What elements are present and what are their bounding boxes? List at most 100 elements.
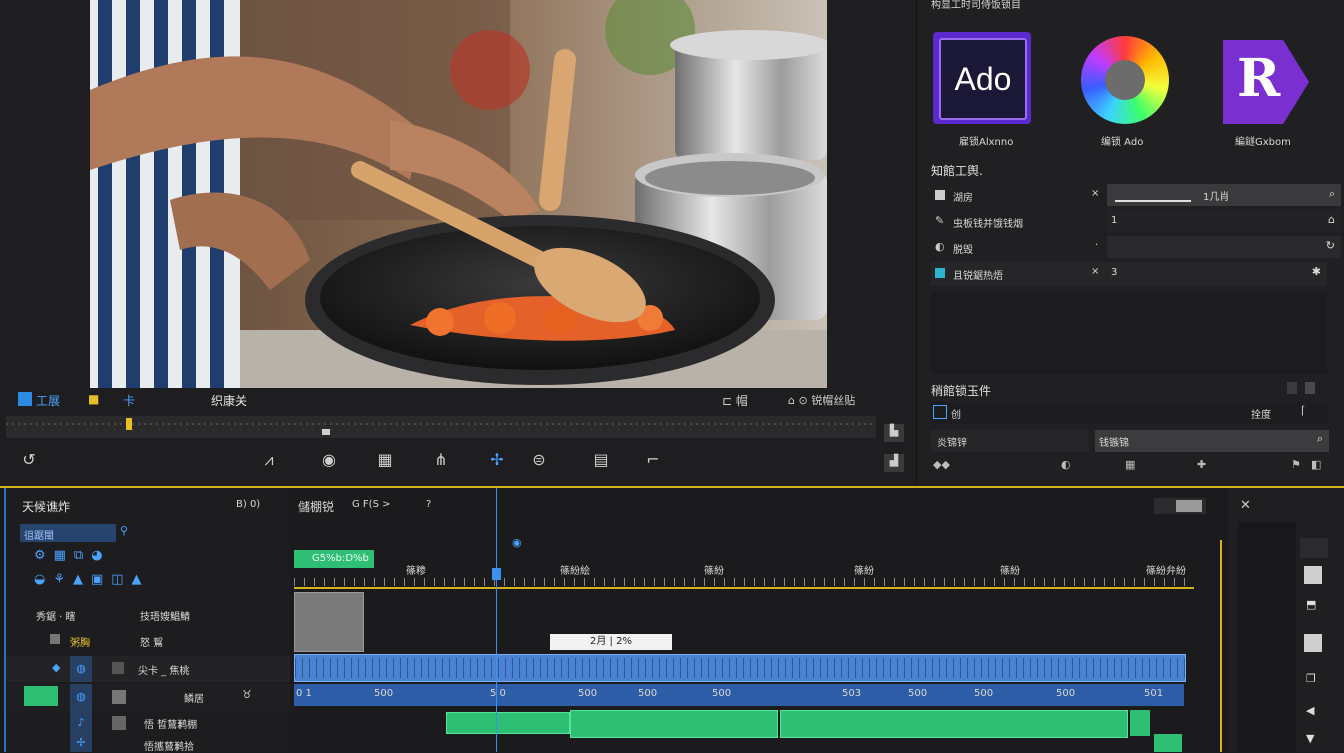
audio-clip-2[interactable] [570, 710, 778, 738]
assets-sub-left: 创 [951, 410, 961, 421]
clip-number: 5 0 [490, 688, 506, 699]
loop-icon[interactable]: ↺ [14, 447, 44, 473]
star-icon[interactable]: ✱ [1312, 265, 1321, 278]
camera-icon[interactable]: ⊜ [524, 447, 554, 473]
source-patch[interactable] [24, 686, 58, 706]
trim-icon[interactable]: ⩘ [254, 447, 284, 473]
time-box[interactable]: 2月 | 2% [550, 634, 672, 650]
video-clip-waveform [295, 658, 1185, 678]
asset-toolbar: ◆◆ ◐ ▦ ✚ ⚑ ◧ [931, 458, 1327, 476]
prop-input[interactable]: 1 ⌂ [1107, 210, 1341, 232]
toggle-output-icon[interactable] [112, 690, 126, 704]
side-tool-2[interactable] [1304, 566, 1322, 584]
track-v2[interactable]: ◍ 鳞居 ♉ [6, 684, 290, 710]
track-tool-row-1[interactable]: ⚙▦⧉◕ [34, 548, 111, 563]
audio-clip-3[interactable] [780, 710, 1128, 738]
snap-icon[interactable]: ⋔ [426, 447, 456, 473]
track-tool-row-2[interactable]: ◒⚘▲▣◫▲ [34, 572, 150, 587]
chat-icon[interactable]: ◉ [314, 447, 344, 473]
app-tile-r[interactable]: R [1223, 40, 1309, 124]
playhead-handle[interactable] [492, 568, 501, 580]
search-icon[interactable]: ⌕ [1329, 187, 1335, 201]
monitor-tab-marker[interactable]: ■ [88, 392, 99, 406]
prev-icon[interactable]: ◀ [1306, 704, 1314, 717]
asset-search-row: 炎锦锌 钱镞锦 ⌕ [931, 430, 1329, 452]
eye-icon[interactable]: ◆ [52, 661, 60, 674]
audio-clip-5[interactable] [1154, 734, 1182, 752]
panel-menu-icon[interactable] [1305, 382, 1315, 394]
monitor-quality-label[interactable]: ⌂ ⊙ 锐帽丝贴 [788, 392, 855, 408]
lock-icon[interactable] [50, 634, 60, 644]
prop-input[interactable]: ↻ [1107, 236, 1341, 258]
panel-toggle-icon[interactable] [1287, 382, 1297, 394]
trash-icon[interactable]: ◧ [1311, 458, 1321, 471]
export-frame-icon[interactable]: ▙ [884, 424, 904, 442]
sync-icon[interactable]: ◍ [70, 684, 92, 710]
program-monitor: 工展 ■ 卡 织康关 ⊏ 帽 ⌂ ⊙ 锐帽丝贴 ▙ ▟ ↺ ⩘ ◉ ▦ ⋔ ✢ … [0, 0, 916, 486]
clip-number-track[interactable]: 0 1 500 5 0 500 500 500 503 500 500 500 … [294, 684, 1184, 706]
down-icon[interactable]: ▼ [1306, 732, 1314, 745]
filter-icon[interactable]: ⌈ [1301, 404, 1305, 417]
drop-icon[interactable]: ◐ [1061, 458, 1071, 471]
mic-icon[interactable]: ♉ [242, 688, 252, 701]
clip-thumbnail[interactable] [294, 592, 364, 652]
assets-sub-right[interactable]: 拴度 [1251, 406, 1271, 421]
refresh-icon[interactable]: ↻ [1326, 239, 1335, 252]
monitor-label-bar: 工展 ■ 卡 织康关 ⊏ 帽 ⌂ ⊙ 锐帽丝贴 [18, 390, 898, 410]
settings-icon[interactable]: ⚲ [120, 524, 128, 537]
compare-icon[interactable]: ▤ [586, 447, 616, 473]
video-clip-track[interactable] [294, 654, 1186, 682]
monitor-fit-label[interactable]: ⊏ 帽 [722, 392, 748, 409]
monitor-tab-workspace[interactable]: 工展 [36, 392, 60, 409]
playhead[interactable] [496, 488, 497, 752]
color-swatch-icon [935, 268, 945, 278]
app-tile-ado[interactable]: Ado [933, 32, 1031, 124]
asset-search-input[interactable]: 钱镞锦 ⌕ [1095, 430, 1329, 452]
copy-icon[interactable]: ❐ [1306, 672, 1316, 685]
zoom-toggle[interactable] [1154, 498, 1206, 514]
monitor-tab-third[interactable]: 卡 [123, 392, 135, 409]
v-track-label-3: 粥胸 [70, 638, 90, 649]
audio-clip-1[interactable] [446, 712, 570, 734]
audio-icon[interactable]: ♪ [70, 710, 92, 736]
add-marker-icon[interactable]: ✢ [482, 447, 512, 473]
folder-icon[interactable] [933, 405, 947, 419]
pin-icon[interactable]: ✚ [1197, 458, 1206, 471]
prop-slider[interactable]: 1几肖 ⌕ [1107, 184, 1341, 206]
video-preview[interactable] [90, 0, 827, 388]
close-icon[interactable]: ✕ [1240, 498, 1251, 513]
marker-icon[interactable]: ◉ [512, 536, 522, 549]
audio-clip-4[interactable] [1130, 710, 1150, 736]
track-a1[interactable]: ♪ 悟 晳鶿鹣棚 [6, 710, 290, 736]
track-search-field[interactable]: 徂踞閩 [20, 524, 116, 542]
prop-clear[interactable]: × [1091, 266, 1099, 277]
sequence-area[interactable]: 儲棚锐 G F(S > ? ◉ G5%b:D%b 篠糁 篠紛絵 篠紛 篠紛 篠紛… [290, 488, 1222, 752]
lift-icon[interactable]: ⌐ [638, 447, 668, 473]
monitor-scrub-bar[interactable] [6, 416, 876, 438]
toggle-output-icon[interactable] [112, 662, 124, 674]
flag-icon[interactable]: ⚑ [1291, 458, 1301, 471]
prop-row-3: ◐ 脱毁 · ↻ [931, 236, 1341, 260]
search-icon[interactable]: ⌕ [1317, 432, 1323, 446]
track-v1[interactable]: ◆ ◍ 尖卡 _ 焦桃 [6, 656, 290, 682]
asset-filter-field[interactable]: 炎锦锌 [931, 430, 1089, 452]
track-search-value: 徂踞閩 [24, 531, 54, 542]
keyboard-icon[interactable]: ▦ [370, 447, 400, 473]
clip-number: 500 [974, 688, 994, 699]
diamond-icon[interactable]: ◆◆ [933, 458, 950, 471]
prop-label: 且锐鋸热焐 [953, 271, 1003, 282]
prop-clear[interactable]: × [1091, 188, 1099, 199]
mute-icon[interactable] [112, 716, 126, 730]
settings-icon[interactable]: ▟ [884, 454, 904, 472]
side-tool-3[interactable] [1304, 634, 1322, 652]
time-ruler[interactable]: 篠糁 篠紛絵 篠紛 篠紛 篠紛 篠紛弁紛 [294, 560, 1194, 590]
side-tool-1[interactable] [1300, 538, 1328, 558]
home-icon[interactable]: ⌂ [1328, 213, 1335, 226]
prop-value: 3 [1111, 267, 1118, 278]
timeline-side-panel: ✕ ⬒ ❐ ◀ ▼ [1228, 488, 1344, 752]
sync-icon[interactable]: ◍ [70, 656, 92, 682]
upload-icon[interactable]: ⬒ [1306, 598, 1316, 611]
grid-icon[interactable]: ▦ [1125, 458, 1135, 471]
color-wheel-icon[interactable] [1081, 36, 1169, 124]
drop-icon: ◐ [935, 240, 945, 253]
